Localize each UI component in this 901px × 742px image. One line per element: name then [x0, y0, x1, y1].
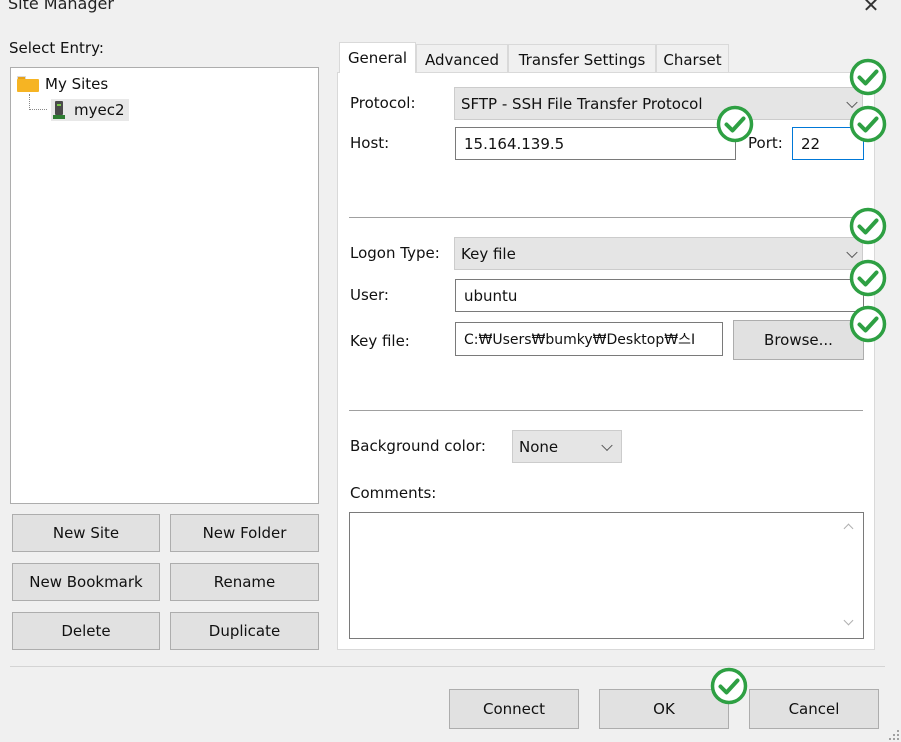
divider — [349, 217, 863, 218]
comments-textarea[interactable] — [349, 512, 864, 639]
check-circle-icon — [849, 259, 887, 297]
logon-type-select[interactable]: Key file — [454, 237, 863, 270]
tree-item-label: My Sites — [45, 75, 109, 93]
tab-advanced[interactable]: Advanced — [416, 44, 508, 74]
browse-button[interactable]: Browse... — [733, 320, 864, 360]
server-icon — [53, 101, 65, 119]
key-file-label: Key file: — [350, 332, 410, 350]
check-circle-icon — [710, 667, 748, 705]
resize-grip[interactable] — [887, 728, 899, 740]
rename-button[interactable]: Rename — [170, 563, 319, 601]
comments-label: Comments: — [350, 484, 437, 502]
tab-charset[interactable]: Charset — [656, 44, 729, 74]
cancel-button[interactable]: Cancel — [749, 689, 879, 729]
user-label: User: — [350, 286, 389, 304]
site-tree[interactable]: My Sites myec2 — [10, 67, 319, 504]
close-icon[interactable]: ✕ — [856, 0, 886, 18]
check-circle-icon — [849, 58, 887, 96]
footer-divider — [10, 666, 885, 667]
delete-button[interactable]: Delete — [12, 612, 160, 650]
connect-button[interactable]: Connect — [449, 689, 579, 729]
tab-general[interactable]: General — [339, 42, 416, 73]
tree-item-my-sites[interactable]: My Sites — [17, 74, 108, 94]
check-circle-icon — [849, 207, 887, 245]
protocol-select[interactable]: SFTP - SSH File Transfer Protocol — [454, 87, 863, 120]
duplicate-button[interactable]: Duplicate — [170, 612, 319, 650]
window-title: Site Manager — [8, 0, 114, 13]
user-input[interactable]: ubuntu — [455, 279, 864, 312]
protocol-value: SFTP - SSH File Transfer Protocol — [461, 94, 703, 113]
tab-transfer-settings[interactable]: Transfer Settings — [508, 44, 656, 74]
tree-item-label: myec2 — [74, 101, 125, 119]
logon-type-value: Key file — [461, 244, 516, 263]
scroll-up-icon[interactable] — [843, 523, 854, 534]
divider — [349, 410, 863, 411]
key-file-input[interactable]: C:₩Users₩bumky₩Desktop₩스I — [455, 322, 723, 356]
folder-icon — [17, 76, 39, 92]
new-folder-button[interactable]: New Folder — [170, 514, 319, 552]
new-site-button[interactable]: New Site — [12, 514, 160, 552]
check-circle-icon — [849, 105, 887, 143]
host-input[interactable]: 15.164.139.5 — [455, 127, 736, 160]
logon-type-label: Logon Type: — [350, 244, 440, 262]
protocol-label: Protocol: — [350, 94, 416, 112]
background-color-select[interactable]: None — [512, 430, 622, 463]
host-label: Host: — [350, 134, 390, 152]
tree-connector — [29, 109, 47, 110]
check-circle-icon — [716, 105, 754, 143]
tree-item-myec2[interactable]: myec2 — [51, 99, 129, 121]
chevron-down-icon — [601, 439, 613, 451]
chevron-down-icon — [846, 246, 858, 258]
check-circle-icon — [849, 305, 887, 343]
tree-connector — [29, 94, 30, 110]
new-bookmark-button[interactable]: New Bookmark — [12, 563, 160, 601]
scroll-down-icon[interactable] — [843, 615, 854, 626]
background-color-label: Background color: — [350, 437, 486, 455]
background-color-value: None — [519, 437, 559, 456]
select-entry-label: Select Entry: — [9, 39, 104, 57]
